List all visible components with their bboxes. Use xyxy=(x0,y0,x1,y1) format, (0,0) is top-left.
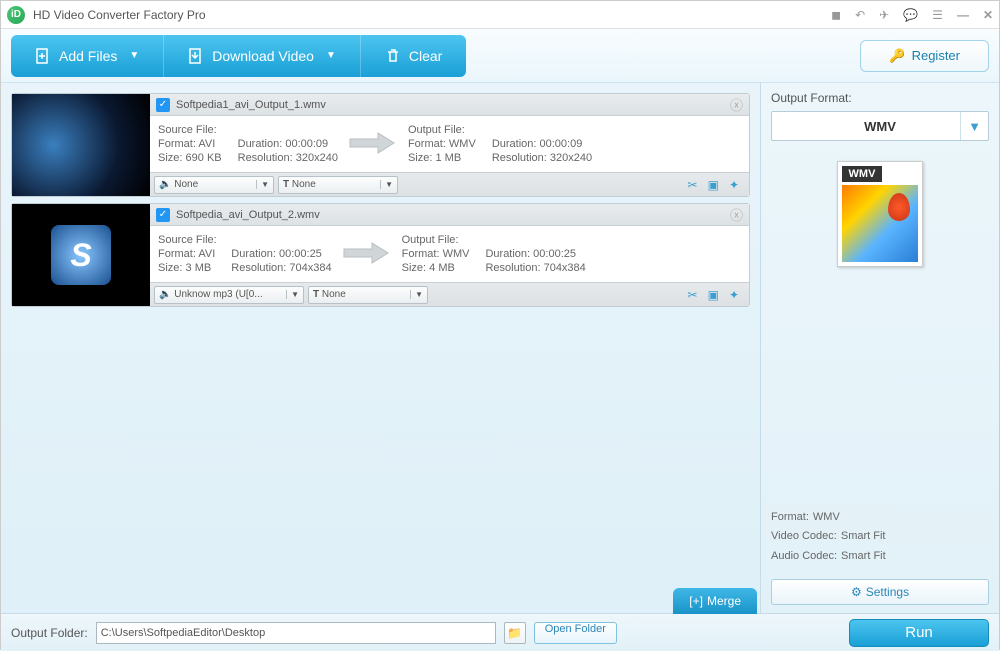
source-file-label: Source File: xyxy=(158,234,332,246)
format-info: Format: WMV Video Codec: Smart Fit Audio… xyxy=(771,508,989,573)
add-files-label: Add Files xyxy=(59,48,117,64)
remove-file-icon[interactable]: ⓧ xyxy=(730,205,743,224)
share-icon[interactable]: ✈ xyxy=(879,8,889,22)
gear-icon: ⚙ xyxy=(851,585,862,599)
download-video-button[interactable]: Download Video ▼ xyxy=(164,35,361,77)
format-preview: WMV xyxy=(771,141,989,287)
download-icon xyxy=(188,48,204,64)
open-folder-button[interactable]: Open Folder xyxy=(534,622,617,644)
format-thumbnail-icon xyxy=(842,185,918,262)
settings-button[interactable]: ⚙ Settings xyxy=(771,579,989,605)
merge-icon: [+] xyxy=(689,594,703,608)
output-format-dropdown[interactable]: WMV ▼ xyxy=(771,111,989,141)
key-icon: 🔑 xyxy=(889,48,905,64)
file-checkbox[interactable]: ✓ xyxy=(156,98,170,112)
feedback-icon[interactable]: 💬 xyxy=(903,8,918,22)
merge-button[interactable]: [+] Merge xyxy=(673,588,757,614)
add-files-button[interactable]: Add Files ▼ xyxy=(11,35,164,77)
output-file-label: Output File: xyxy=(402,234,586,246)
facebook-icon[interactable]: ◼ xyxy=(831,8,841,22)
file-checkbox[interactable]: ✓ xyxy=(156,208,170,222)
folder-icon: 📁 xyxy=(507,626,522,640)
menu-icon[interactable]: ☰ xyxy=(932,8,943,22)
open-folder-label: Open Folder xyxy=(545,623,606,635)
clear-label: Clear xyxy=(409,48,442,64)
audio-track-dropdown[interactable]: 🔈 Unknow mp3 (U[0...▼ xyxy=(154,286,304,304)
app-title: HD Video Converter Factory Pro xyxy=(33,8,831,22)
register-button[interactable]: 🔑 Register xyxy=(860,40,989,72)
merge-label: Merge xyxy=(707,594,741,608)
undo-icon[interactable]: ↶ xyxy=(855,8,865,22)
output-folder-label: Output Folder: xyxy=(11,626,88,640)
effects-icon[interactable]: ✦ xyxy=(729,288,739,302)
browse-folder-button[interactable]: 📁 xyxy=(504,622,526,644)
format-badge: WMV xyxy=(842,166,882,182)
close-icon[interactable]: ✕ xyxy=(983,8,993,22)
file-name: Softpedia1_avi_Output_1.wmv xyxy=(176,99,326,111)
source-file-label: Source File: xyxy=(158,124,338,136)
file-list: ✓ Softpedia1_avi_Output_1.wmv ⓧ Source F… xyxy=(1,83,761,613)
add-file-icon xyxy=(35,48,51,64)
register-label: Register xyxy=(912,48,960,63)
cut-icon[interactable]: ✂ xyxy=(688,178,698,192)
remove-file-icon[interactable]: ⓧ xyxy=(730,95,743,114)
file-item: S ✓ Softpedia_avi_Output_2.wmv ⓧ Source … xyxy=(11,203,750,307)
chevron-down-icon: ▼ xyxy=(129,50,139,61)
toolbar: Add Files ▼ Download Video ▼ Clear 🔑 Reg… xyxy=(1,29,999,83)
run-button[interactable]: Run xyxy=(849,619,989,647)
file-name: Softpedia_avi_Output_2.wmv xyxy=(176,209,320,221)
subtitle-dropdown[interactable]: T None▼ xyxy=(278,176,398,194)
crop-icon[interactable]: ▣ xyxy=(708,178,719,192)
output-folder-input[interactable]: C:\Users\SoftpediaEditor\Desktop xyxy=(96,622,496,644)
output-file-label: Output File: xyxy=(408,124,592,136)
run-label: Run xyxy=(905,624,933,641)
selected-format: WMV xyxy=(864,119,896,134)
output-format-panel: Output Format: WMV ▼ WMV Format: WMV Vid… xyxy=(761,83,999,613)
cut-icon[interactable]: ✂ xyxy=(688,288,698,302)
clear-button[interactable]: Clear xyxy=(361,35,466,77)
settings-label: Settings xyxy=(866,585,909,599)
app-logo-icon: iD xyxy=(7,6,25,24)
title-bar: iD HD Video Converter Factory Pro ◼ ↶ ✈ … xyxy=(1,1,999,29)
subtitle-dropdown[interactable]: T None▼ xyxy=(308,286,428,304)
trash-icon xyxy=(385,48,401,64)
arrow-icon xyxy=(332,239,402,270)
audio-track-dropdown[interactable]: 🔈 None▼ xyxy=(154,176,274,194)
download-video-label: Download Video xyxy=(212,48,314,64)
arrow-icon xyxy=(338,129,408,160)
minimize-icon[interactable]: — xyxy=(957,8,969,22)
chevron-down-icon: ▼ xyxy=(960,112,988,140)
output-format-title: Output Format: xyxy=(771,91,989,105)
effects-icon[interactable]: ✦ xyxy=(729,178,739,192)
crop-icon[interactable]: ▣ xyxy=(708,288,719,302)
speaker-icon: 🔈 xyxy=(159,289,171,300)
file-item: ✓ Softpedia1_avi_Output_1.wmv ⓧ Source F… xyxy=(11,93,750,197)
file-thumbnail[interactable]: S xyxy=(12,204,150,306)
file-thumbnail[interactable] xyxy=(12,94,150,196)
bottom-bar: [+] Merge Output Folder: C:\Users\Softpe… xyxy=(1,613,999,651)
chevron-down-icon: ▼ xyxy=(326,50,336,61)
speaker-icon: 🔈 xyxy=(159,179,171,190)
